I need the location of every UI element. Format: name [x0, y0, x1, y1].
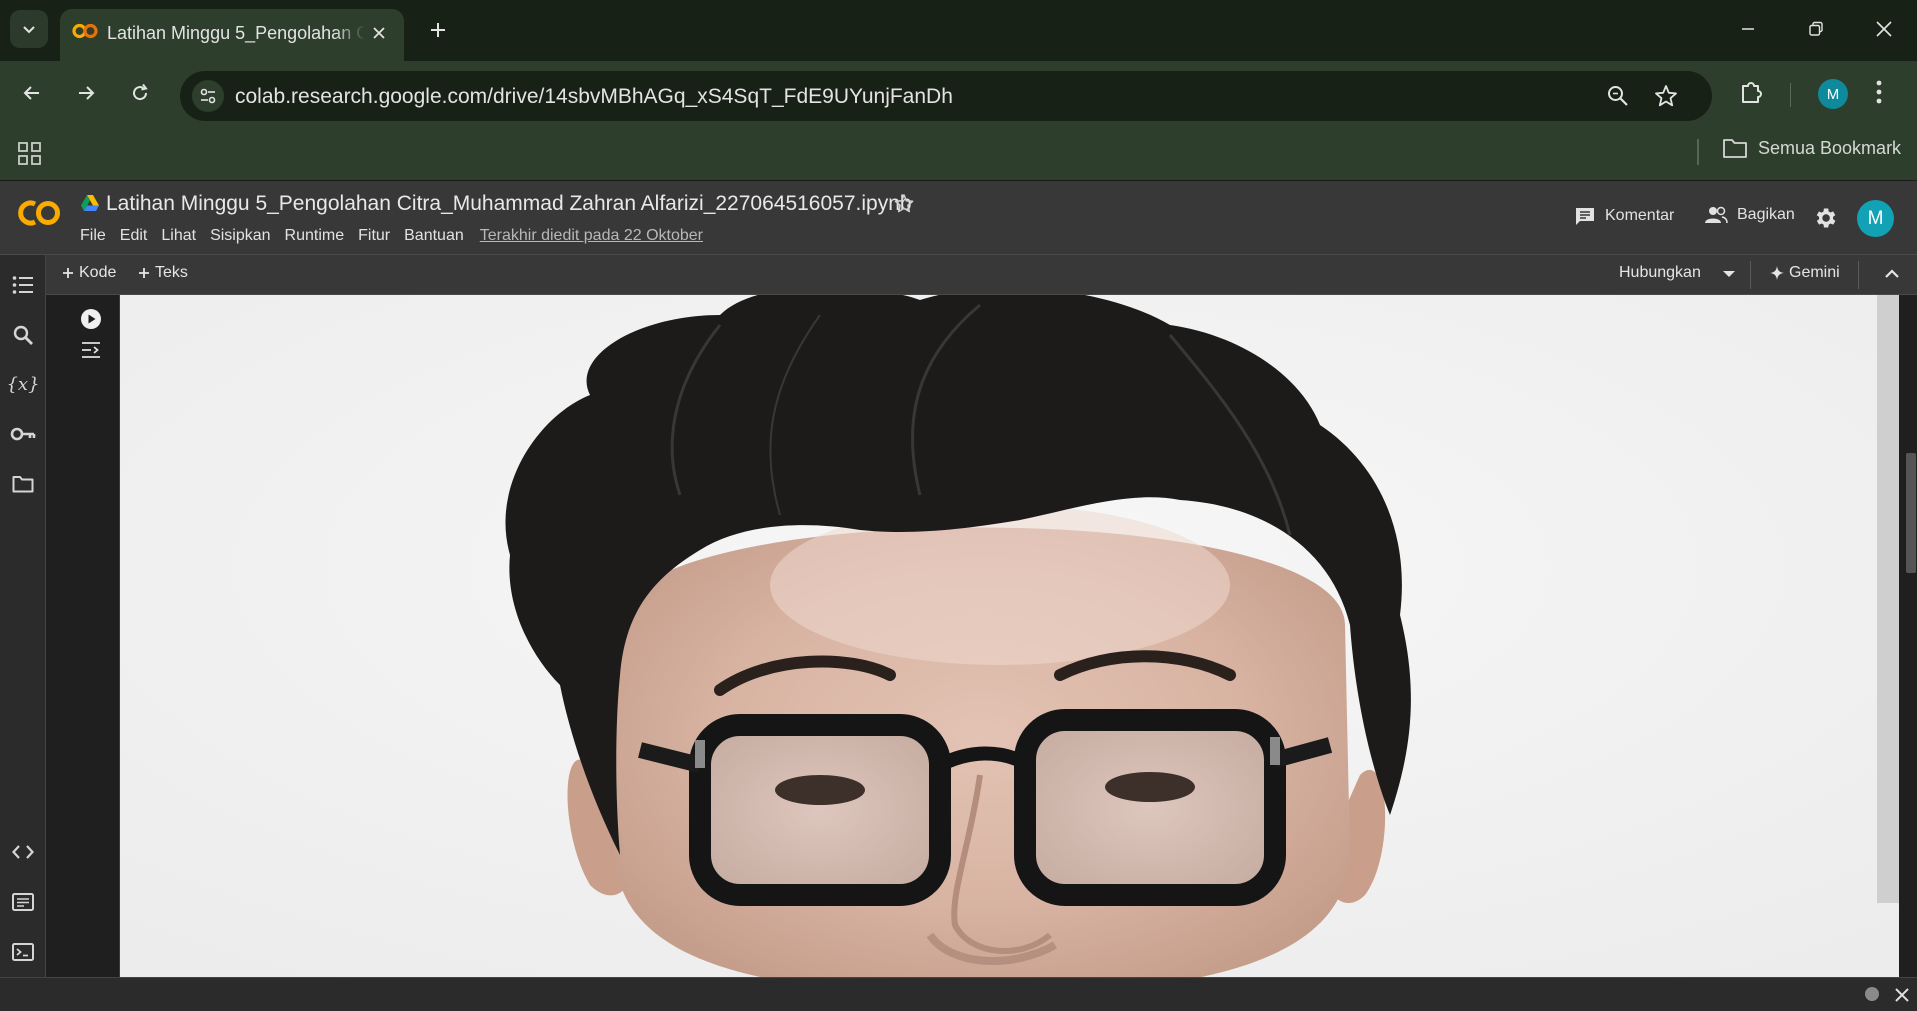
- toolbar-divider: [1858, 261, 1859, 289]
- toolbar-divider: [1790, 83, 1791, 107]
- add-text-label: Teks: [155, 264, 188, 281]
- colab-logo-icon[interactable]: [15, 197, 63, 229]
- menu-edit[interactable]: Edit: [120, 227, 148, 245]
- cell-output-image: [120, 295, 1899, 977]
- bookmarks-bar: Semua Bookmark: [0, 127, 1917, 181]
- extensions-puzzle-icon[interactable]: [1738, 78, 1766, 106]
- address-bar[interactable]: colab.research.google.com/drive/14sbvMBh…: [180, 71, 1712, 121]
- gemini-label: Gemini: [1789, 264, 1840, 281]
- notebook-title[interactable]: Latihan Minggu 5_Pengolahan Citra_Muhamm…: [106, 192, 912, 216]
- star-icon[interactable]: [893, 193, 915, 215]
- reload-button[interactable]: [122, 75, 158, 111]
- last-edited-link[interactable]: Terakhir diedit pada 22 Oktober: [480, 227, 703, 245]
- browser-tab-active[interactable]: Latihan Minggu 5_Pengolahan Citra_Muhamm…: [60, 9, 404, 61]
- notebook-toolbar: Kode Teks Hubungkan Gemini: [46, 255, 1917, 295]
- menu-file[interactable]: File: [80, 227, 106, 245]
- output-scrollbar[interactable]: [1877, 295, 1899, 903]
- arrow-right-icon: [79, 86, 95, 100]
- terminal-icon[interactable]: [10, 939, 36, 965]
- reload-icon: [133, 83, 148, 101]
- folder-icon: [1723, 139, 1747, 158]
- gemini-button[interactable]: Gemini: [1770, 264, 1840, 282]
- toolbar-divider: [1750, 261, 1751, 289]
- variables-icon[interactable]: {x}: [6, 371, 39, 397]
- tab-title: Latihan Minggu 5_Pengolahan Citra_Muhamm…: [107, 23, 365, 43]
- run-cell-icon[interactable]: [80, 308, 102, 330]
- more-vert-icon[interactable]: [1875, 79, 1883, 105]
- close-icon[interactable]: [1894, 987, 1910, 1003]
- comment-button[interactable]: Komentar: [1574, 205, 1674, 227]
- site-info-button[interactable]: [192, 80, 224, 112]
- close-window-button[interactable]: [1850, 0, 1917, 58]
- key-icon[interactable]: [10, 421, 36, 447]
- new-tab-button[interactable]: [422, 14, 454, 46]
- add-code-button[interactable]: Kode: [62, 264, 116, 282]
- portrait-photo: [120, 295, 1899, 977]
- command-palette-icon[interactable]: [10, 889, 36, 915]
- cell-gutter: [46, 295, 120, 977]
- search-icon[interactable]: [10, 322, 36, 348]
- url-text[interactable]: colab.research.google.com/drive/14sbvMBh…: [235, 85, 953, 109]
- notebook-scrollbar-thumb[interactable]: [1906, 453, 1916, 573]
- restore-button[interactable]: [1782, 0, 1850, 58]
- chevron-up-icon[interactable]: [1884, 266, 1900, 282]
- sparkle-icon: [1770, 266, 1784, 280]
- menu-insert[interactable]: Sisipkan: [210, 227, 270, 245]
- tab-close-icon[interactable]: [366, 20, 392, 46]
- folder-icon[interactable]: [10, 471, 36, 497]
- add-text-button[interactable]: Teks: [138, 264, 188, 282]
- browser-toolbar: colab.research.google.com/drive/14sbvMBh…: [0, 61, 1917, 127]
- menu-view[interactable]: Lihat: [161, 227, 196, 245]
- browser-tab-strip: Latihan Minggu 5_Pengolahan Citra_Muhamm…: [0, 0, 1917, 61]
- restore-icon: [1809, 21, 1823, 36]
- notebook-cell-area: [46, 295, 1917, 977]
- colab-menubar: File Edit Lihat Sisipkan Runtime Fitur B…: [80, 227, 703, 245]
- menu-help[interactable]: Bantuan: [404, 227, 464, 245]
- colab-status-bar: [0, 977, 1917, 1011]
- add-code-label: Kode: [79, 264, 117, 281]
- gear-icon[interactable]: [1812, 205, 1838, 231]
- forward-button[interactable]: [68, 75, 104, 111]
- output-actions-icon[interactable]: [80, 339, 102, 361]
- all-bookmarks-label: Semua Bookmark: [1758, 137, 1902, 158]
- code-snippets-icon[interactable]: [10, 839, 36, 865]
- people-icon: [1705, 206, 1728, 224]
- tab-search-button[interactable]: [10, 10, 48, 48]
- connect-button[interactable]: Hubungkan: [1619, 264, 1701, 282]
- bookmarks-divider: [1697, 139, 1699, 165]
- chevron-down-icon: [23, 26, 35, 34]
- google-drive-icon[interactable]: [80, 194, 100, 212]
- minimize-icon: [1742, 28, 1754, 30]
- apps-grid-icon[interactable]: [17, 141, 43, 167]
- plus-icon: [63, 268, 73, 278]
- arrow-left-icon: [23, 86, 39, 100]
- close-icon: [1876, 21, 1892, 37]
- menu-tools[interactable]: Fitur: [358, 227, 390, 245]
- all-bookmarks-button[interactable]: Semua Bookmark: [1722, 137, 1901, 159]
- colab-header: Latihan Minggu 5_Pengolahan Citra_Muhamm…: [0, 181, 1917, 255]
- table-of-contents-icon[interactable]: [10, 272, 36, 298]
- bookmark-star-icon[interactable]: [1653, 83, 1679, 109]
- user-avatar[interactable]: M: [1857, 200, 1894, 237]
- zoom-icon[interactable]: [1605, 83, 1631, 109]
- comment-label: Komentar: [1605, 207, 1675, 224]
- share-button[interactable]: Bagikan: [1704, 205, 1795, 225]
- plus-icon: [431, 23, 445, 37]
- minimize-button[interactable]: [1714, 0, 1782, 58]
- notebook-scrollbar-track[interactable]: [1899, 295, 1917, 977]
- menu-runtime[interactable]: Runtime: [285, 227, 345, 245]
- status-indicator[interactable]: [1865, 987, 1879, 1001]
- share-label: Bagikan: [1737, 206, 1795, 223]
- colab-favicon-icon: [72, 23, 98, 39]
- caret-down-icon[interactable]: [1722, 269, 1736, 279]
- plus-icon: [139, 268, 149, 278]
- tune-icon: [200, 88, 216, 104]
- comment-icon: [1576, 208, 1594, 225]
- colab-left-rail: {x}: [0, 255, 46, 977]
- profile-avatar[interactable]: M: [1818, 79, 1848, 109]
- back-button[interactable]: [14, 75, 50, 111]
